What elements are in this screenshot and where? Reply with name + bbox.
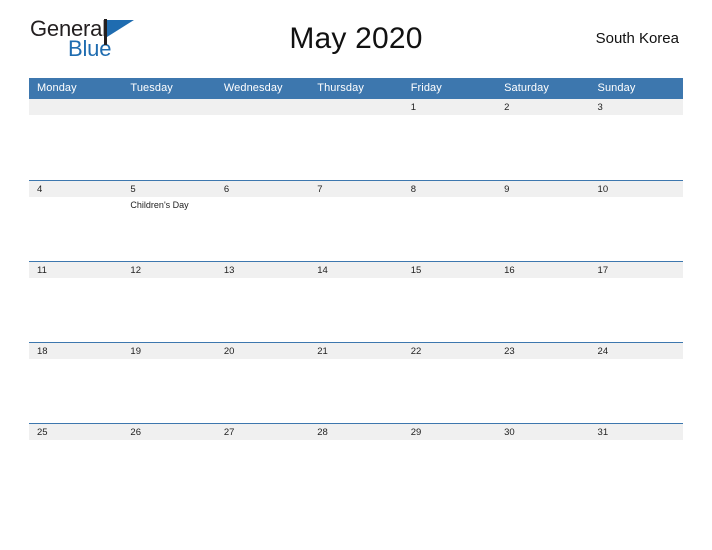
day-event-label: Children's Day bbox=[130, 200, 189, 210]
day-number: 25 bbox=[37, 427, 48, 438]
day-number: 13 bbox=[223, 265, 235, 276]
day-cell[interactable]: 7 bbox=[309, 181, 403, 261]
page-title: May 2020 bbox=[289, 22, 423, 55]
day-cell[interactable]: 27 bbox=[215, 424, 310, 504]
weekday-header-saturday: Saturday bbox=[504, 82, 549, 94]
day-number: 29 bbox=[410, 427, 422, 438]
day-cell[interactable]: 10 bbox=[589, 181, 683, 261]
flag-triangle-icon bbox=[103, 18, 136, 45]
day-cell[interactable]: 18 bbox=[29, 343, 123, 423]
day-cell[interactable]: 21 bbox=[309, 343, 403, 423]
calendar-week-row: 11 12 13 14 15 16 17 bbox=[29, 261, 683, 342]
day-cell[interactable]: 13 bbox=[215, 262, 310, 342]
title-container: May 2020 bbox=[230, 22, 482, 56]
day-number: 27 bbox=[223, 427, 235, 438]
day-number: 21 bbox=[317, 346, 328, 357]
day-cell[interactable]: 30 bbox=[496, 424, 590, 504]
day-cell[interactable]: 6 bbox=[215, 181, 310, 261]
day-cell-empty bbox=[309, 99, 403, 180]
day-number: 8 bbox=[410, 184, 416, 195]
day-cell[interactable]: 5 Children's Day bbox=[122, 181, 216, 261]
day-cell[interactable]: 4 bbox=[29, 181, 123, 261]
weekday-header-thursday: Thursday bbox=[317, 82, 364, 94]
day-cell[interactable]: 15 bbox=[402, 262, 497, 342]
day-number: 4 bbox=[37, 184, 43, 195]
day-number: 16 bbox=[504, 265, 515, 276]
day-cell[interactable]: 31 bbox=[589, 424, 683, 504]
day-cell[interactable]: 26 bbox=[122, 424, 216, 504]
weekday-header-sunday: Sunday bbox=[597, 82, 636, 94]
day-number: 31 bbox=[597, 427, 609, 438]
day-number: 19 bbox=[130, 346, 141, 357]
day-cell[interactable]: 8 bbox=[402, 181, 497, 261]
day-cell[interactable]: 3 bbox=[589, 99, 683, 180]
logo-text-general: General bbox=[30, 16, 107, 41]
day-cell[interactable]: 23 bbox=[496, 343, 590, 423]
day-cell-empty bbox=[29, 99, 123, 180]
calendar-week-row: 25 26 27 28 29 30 31 bbox=[29, 423, 683, 504]
day-number: 20 bbox=[223, 346, 235, 357]
day-number: 26 bbox=[130, 427, 141, 438]
day-number: 7 bbox=[317, 184, 323, 195]
day-number: 12 bbox=[130, 265, 141, 276]
day-number: 15 bbox=[410, 265, 422, 276]
day-number: 18 bbox=[37, 346, 48, 357]
brand-logo[interactable]: General Blue bbox=[30, 18, 230, 60]
day-number: 6 bbox=[223, 184, 230, 195]
country-label: South Korea bbox=[595, 30, 679, 47]
day-number: 10 bbox=[597, 184, 609, 195]
day-number: 17 bbox=[597, 265, 609, 276]
calendar-week-row: 18 19 20 21 22 23 24 bbox=[29, 342, 683, 423]
day-cell[interactable]: 12 bbox=[122, 262, 216, 342]
day-number: 9 bbox=[504, 184, 510, 195]
weekday-header-wednesday: Wednesday bbox=[223, 82, 283, 94]
calendar-week-row: 4 5 Children's Day 6 7 8 9 10 bbox=[29, 180, 683, 261]
weekday-header-monday: Monday bbox=[37, 82, 77, 94]
calendar-week-body: 1 2 3 4 5 Children's Day 6 7 8 9 10 11 12 13 14 15 16 17 1… bbox=[29, 99, 683, 504]
day-number: 28 bbox=[317, 427, 328, 438]
day-cell[interactable]: 22 bbox=[402, 343, 497, 423]
day-cell[interactable]: 20 bbox=[215, 343, 310, 423]
weekday-header-friday: Friday bbox=[410, 82, 442, 94]
day-cell[interactable]: 29 bbox=[402, 424, 497, 504]
day-cell[interactable]: 1 bbox=[402, 99, 497, 180]
day-cell[interactable]: 24 bbox=[589, 343, 683, 423]
day-number: 14 bbox=[317, 265, 328, 276]
calendar-week-row: 1 2 3 bbox=[29, 99, 683, 180]
day-number: 30 bbox=[504, 427, 515, 438]
day-cell-empty bbox=[122, 99, 216, 180]
day-cell[interactable]: 19 bbox=[122, 343, 216, 423]
day-cell[interactable]: 28 bbox=[309, 424, 403, 504]
day-number: 23 bbox=[504, 346, 515, 357]
day-number: 22 bbox=[410, 346, 422, 357]
logo-top-row: General bbox=[30, 16, 136, 45]
weekday-header-row: Monday Tuesday Wednesday Thursday Friday Satu… bbox=[29, 78, 683, 99]
day-cell[interactable]: 9 bbox=[496, 181, 590, 261]
day-cell[interactable]: 16 bbox=[496, 262, 590, 342]
calendar-grid: Monday Tuesday Wednesday Thursday Friday Satu… bbox=[29, 78, 683, 504]
day-cell[interactable]: 25 bbox=[29, 424, 123, 504]
day-cell[interactable]: 11 bbox=[29, 262, 123, 342]
day-number: 3 bbox=[597, 102, 603, 113]
day-cell-empty bbox=[215, 99, 310, 180]
day-number: 2 bbox=[504, 102, 510, 113]
day-number: 1 bbox=[410, 102, 416, 113]
day-number: 11 bbox=[37, 265, 47, 276]
day-cell[interactable]: 17 bbox=[589, 262, 683, 342]
day-cell[interactable]: 14 bbox=[309, 262, 403, 342]
country-container: South Korea bbox=[482, 30, 682, 48]
page-header: General Blue May 2020 South Korea bbox=[0, 0, 712, 78]
flag-banner-shape bbox=[106, 20, 134, 37]
day-number: 5 bbox=[130, 184, 136, 195]
day-cell[interactable]: 2 bbox=[496, 99, 590, 180]
day-number: 24 bbox=[597, 346, 609, 357]
weekday-header-tuesday: Tuesday bbox=[130, 82, 173, 94]
